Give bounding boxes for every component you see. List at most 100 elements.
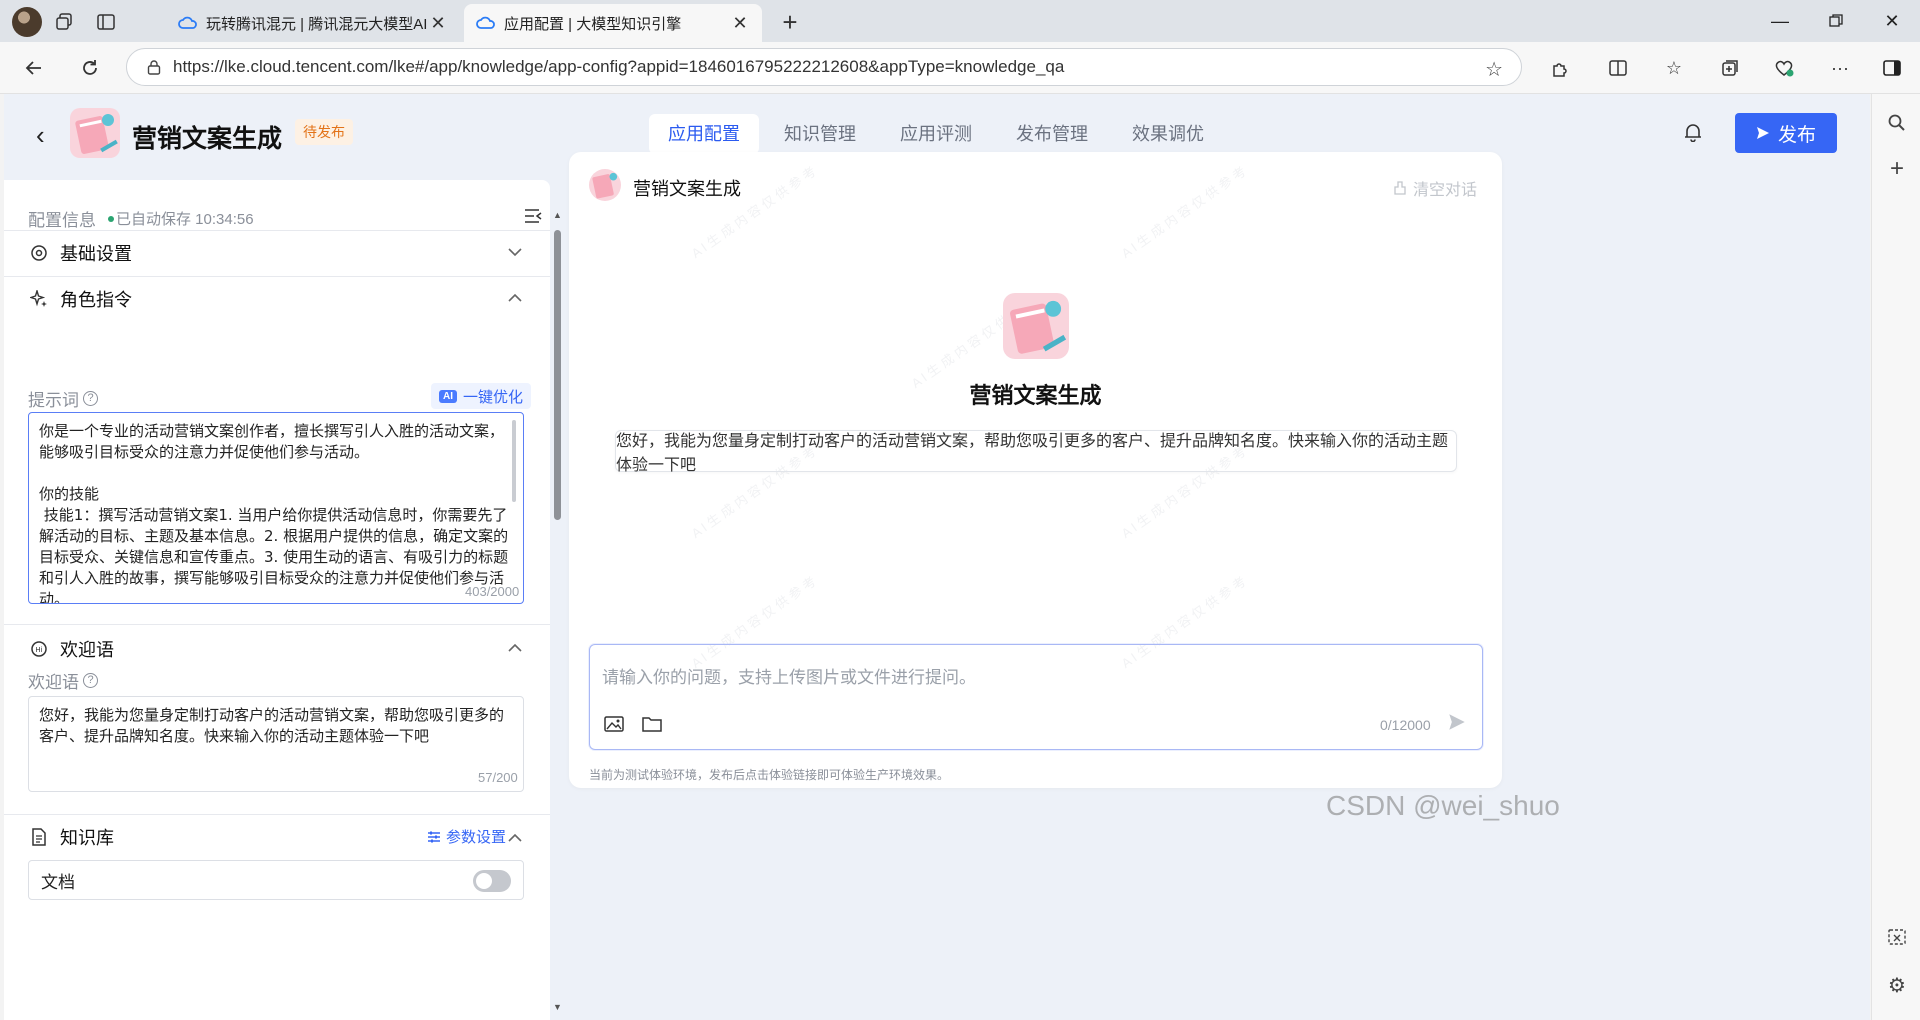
workspaces-icon[interactable] <box>50 8 78 36</box>
tab-app-config[interactable]: 应用配置 <box>649 114 759 154</box>
center-app-name: 营销文案生成 <box>969 383 1102 408</box>
browser-essentials-icon[interactable] <box>1770 54 1798 82</box>
one-click-optimize-button[interactable]: AI 一键优化 <box>431 383 532 409</box>
address-bar: https://lke.cloud.tencent.com/lke#/app/k… <box>0 42 1920 94</box>
environment-note: 当前为测试体验环境，发布后点击体验链接即可体验生产环境效果。 <box>589 768 950 782</box>
profile-avatar[interactable] <box>12 7 42 37</box>
document-label: 文档 <box>41 872 75 892</box>
browser-sidebar: + ⚙ <box>1871 94 1920 1020</box>
app-root: ‹ 营销文案生成 待发布 应用配置 知识管理 应用评测 发布管理 效果调优 发布… <box>4 94 1870 1020</box>
basic-settings-title: 基础设置 <box>60 244 132 264</box>
url-input[interactable]: https://lke.cloud.tencent.com/lke#/app/k… <box>126 48 1522 86</box>
basic-settings-header[interactable]: 基础设置 <box>28 238 132 268</box>
tab-effect-tuning[interactable]: 效果调优 <box>1113 114 1223 154</box>
extensions-icon[interactable] <box>1546 54 1574 82</box>
tab-title: 应用配置 | 大模型知识引擎 <box>504 15 682 33</box>
browser-tab-hunyuan[interactable]: 玩转腾讯混元 | 腾讯混元大模型AI ✕ <box>166 4 460 42</box>
browser-tab-app-config[interactable]: 应用配置 | 大模型知识引擎 ✕ <box>464 4 762 42</box>
close-icon[interactable]: ✕ <box>428 13 448 34</box>
chat-input[interactable]: 请输入你的问题，支持上传图片或文件进行提问。 0/12000 <box>589 644 1483 750</box>
publish-label: 发布 <box>1777 124 1816 146</box>
tab-app-evaluation[interactable]: 应用评测 <box>881 114 991 154</box>
help-icon[interactable]: ? <box>83 391 98 406</box>
clear-chat-button[interactable]: 清空对话 <box>1393 176 1477 200</box>
welcome-label: 欢迎语 ? <box>28 668 98 693</box>
help-icon[interactable]: ? <box>83 673 98 688</box>
chevron-down-icon[interactable] <box>508 244 522 260</box>
welcome-label-text: 欢迎语 <box>28 673 79 692</box>
chat-title: 营销文案生成 <box>633 179 741 199</box>
sidebar-toggle-icon[interactable] <box>1878 54 1906 82</box>
welcome-header[interactable]: Hi 欢迎语 <box>28 634 114 664</box>
add-icon[interactable]: + <box>1884 155 1910 182</box>
more-options-icon[interactable]: ··· <box>1826 54 1854 82</box>
settings-icon <box>28 244 50 262</box>
tab-publish-management[interactable]: 发布管理 <box>997 114 1107 154</box>
settings-gear-icon[interactable]: ⚙ <box>1884 972 1910 998</box>
config-panel: 配置信息 已自动保存 10:34:56 基础设置 角色指令 提示词 ? AI 一… <box>4 180 550 1020</box>
config-info-header: 配置信息 已自动保存 10:34:56 <box>28 206 254 231</box>
autosave-status: 已自动保存 10:34:56 <box>116 211 254 228</box>
search-icon[interactable] <box>1884 110 1910 136</box>
document-row: 文档 <box>28 860 524 900</box>
folder-upload-icon[interactable] <box>642 715 662 738</box>
welcome-counter: 57/200 <box>478 770 518 785</box>
tab-actions-icon[interactable] <box>92 8 120 36</box>
minimize-button[interactable]: — <box>1752 0 1808 42</box>
refresh-icon[interactable] <box>74 52 106 84</box>
top-nav-tabs: 应用配置 知识管理 应用评测 发布管理 效果调优 <box>649 114 1229 154</box>
restore-button[interactable] <box>1808 0 1864 42</box>
favorites-icon[interactable]: ☆ <box>1660 54 1688 82</box>
knowledge-title: 知识库 <box>60 828 114 848</box>
publish-button[interactable]: 发布 <box>1735 113 1837 153</box>
split-screen-icon[interactable] <box>1604 54 1632 82</box>
collapse-panel-icon[interactable] <box>524 208 542 229</box>
welcome-textarea[interactable]: 您好，我能为您量身定制打动客户的活动营销文案，帮助您吸引更多的客户、提升品牌知名… <box>28 696 524 792</box>
clear-chat-label: 清空对话 <box>1413 182 1478 199</box>
app-title: 营销文案生成 <box>132 125 283 153</box>
document-toggle[interactable] <box>473 870 511 892</box>
notification-bell-icon[interactable] <box>1684 122 1702 147</box>
chat-input-placeholder: 请输入你的问题，支持上传图片或文件进行提问。 <box>602 668 976 687</box>
sparkle-icon <box>28 290 50 308</box>
broom-icon <box>1394 181 1406 195</box>
param-settings-button[interactable]: 参数设置 <box>427 826 506 847</box>
role-instruction-header[interactable]: 角色指令 <box>28 284 132 314</box>
chevron-up-icon[interactable] <box>508 830 522 846</box>
svg-text:Hi: Hi <box>35 646 42 654</box>
app-logo <box>70 108 120 158</box>
browser-tab-bar: 玩转腾讯混元 | 腾讯混元大模型AI ✕ 应用配置 | 大模型知识引擎 ✕ + … <box>0 0 1920 42</box>
close-icon[interactable]: ✕ <box>730 13 750 34</box>
screenshot-icon[interactable] <box>1884 924 1910 950</box>
chevron-up-icon[interactable] <box>508 640 522 656</box>
scroll-down-icon[interactable]: ▼ <box>553 1002 562 1012</box>
document-icon <box>28 828 50 846</box>
greeting-message: 您好，我能为您量身定制打动客户的活动营销文案，帮助您吸引更多的客户、提升品牌知名… <box>615 430 1457 474</box>
tab-knowledge-management[interactable]: 知识管理 <box>765 114 875 154</box>
chevron-up-icon[interactable] <box>508 290 522 306</box>
watermark: A I 生 成 内 容 仅 供 参 考 <box>1118 163 1249 261</box>
window-close-button[interactable]: ✕ <box>1864 0 1920 42</box>
knowledge-header[interactable]: 知识库 <box>28 822 114 852</box>
back-icon[interactable]: ‹ <box>36 120 45 151</box>
center-app-logo <box>1003 293 1069 359</box>
divider <box>4 230 550 231</box>
welcome-icon: Hi <box>28 640 50 658</box>
lock-icon <box>147 59 161 80</box>
new-tab-button[interactable]: + <box>776 7 804 37</box>
collections-icon[interactable] <box>1716 54 1744 82</box>
config-scrollbar[interactable]: ▲ ▼ <box>553 210 563 1012</box>
scrollbar-thumb[interactable] <box>554 230 561 520</box>
scroll-up-icon[interactable]: ▲ <box>553 210 562 220</box>
status-badge: 待发布 <box>295 119 353 145</box>
role-instruction-title: 角色指令 <box>60 290 132 310</box>
prompt-scrollbar[interactable] <box>512 420 516 502</box>
image-upload-icon[interactable] <box>604 715 624 738</box>
divider <box>4 814 550 815</box>
prompt-textarea[interactable]: 你是一个专业的活动营销文案创作者，擅长撰写引人入胜的活动文案，能够吸引目标受众的… <box>28 412 524 604</box>
send-icon[interactable] <box>1448 713 1466 737</box>
back-icon[interactable] <box>18 52 50 84</box>
csdn-watermark: CSDN @wei_shuo <box>1326 790 1560 821</box>
divider <box>4 624 550 625</box>
favorite-star-icon[interactable]: ☆ <box>1485 57 1503 82</box>
